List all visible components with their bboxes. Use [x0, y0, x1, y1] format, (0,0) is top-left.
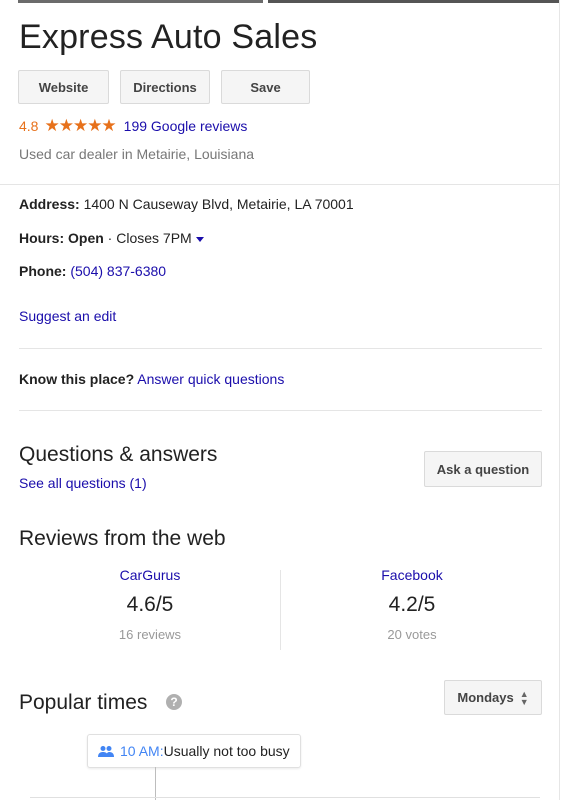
address-label: Address: [19, 196, 80, 212]
suggest-edit-link[interactable]: Suggest an edit [19, 308, 116, 324]
answer-questions-link[interactable]: Answer quick questions [137, 371, 284, 387]
panel-border [559, 0, 560, 800]
address-row: Address: 1400 N Causeway Blvd, Metairie,… [19, 196, 354, 212]
photo-right[interactable] [268, 0, 560, 3]
qa-title: Questions & answers [19, 443, 218, 466]
hours-status: Open [68, 230, 104, 246]
address-value[interactable]: 1400 N Causeway Blvd, Metairie, LA 70001 [84, 196, 354, 212]
busy-tooltip: 10 AM: Usually not too busy [87, 734, 301, 768]
chevron-down-icon[interactable] [195, 236, 204, 242]
photo-left[interactable] [18, 0, 263, 3]
photo-strip[interactable] [0, 0, 569, 3]
web-reviews-title: Reviews from the web [19, 527, 226, 550]
ask-question-button[interactable]: Ask a question [424, 451, 542, 487]
see-all-questions-link[interactable]: See all questions (1) [19, 475, 147, 491]
directions-button[interactable]: Directions [120, 70, 210, 104]
people-icon [98, 746, 114, 757]
phone-link[interactable]: (504) 837-6380 [70, 263, 166, 279]
phone-label: Phone: [19, 263, 67, 279]
divider [19, 410, 542, 411]
review-source-name[interactable]: Facebook [281, 567, 543, 583]
google-reviews-link[interactable]: 199 Google reviews [124, 118, 248, 134]
web-review-facebook[interactable]: Facebook 4.2/5 20 votes [281, 567, 543, 642]
hours-label: Hours: [19, 230, 65, 246]
review-source-count: 16 reviews [118, 627, 182, 642]
review-source-count: 20 votes [387, 627, 437, 642]
divider [19, 348, 542, 349]
day-selector[interactable]: Mondays ▲ ▼ [444, 680, 542, 715]
tooltip-time: 10 AM: [120, 743, 164, 759]
current-hour-marker [155, 767, 156, 800]
review-source-score: 4.6/5 [126, 593, 174, 616]
updown-arrows-icon: ▲ ▼ [519, 688, 529, 707]
business-title: Express Auto Sales [19, 18, 318, 56]
hours-closing[interactable]: Closes 7PM [116, 230, 191, 246]
hours-separator: · [103, 230, 117, 246]
web-review-cargurus[interactable]: CarGurus 4.6/5 16 reviews [19, 567, 281, 642]
day-selector-label: Mondays [457, 690, 514, 705]
review-source-name[interactable]: CarGurus [19, 567, 281, 583]
divider [0, 184, 559, 185]
website-button[interactable]: Website [18, 70, 109, 104]
star-rating-icon: ★★★★★ [44, 116, 116, 135]
save-button[interactable]: Save [221, 70, 310, 104]
tooltip-description: Usually not too busy [163, 743, 290, 759]
review-source-score: 4.2/5 [388, 593, 436, 616]
know-label: Know this place? [19, 371, 135, 387]
help-icon[interactable]: ? [166, 694, 182, 710]
business-category: Used car dealer in Metairie, Louisiana [19, 146, 255, 162]
rating-value: 4.8 [19, 118, 39, 134]
popular-times-title: Popular times [19, 691, 148, 714]
hours-row: Hours: Open · Closes 7PM [19, 230, 204, 246]
phone-row: Phone: (504) 837-6380 [19, 263, 166, 279]
know-this-place-row: Know this place? Answer quick questions [19, 371, 284, 387]
rating-row: 4.8 ★★★★★ 199 Google reviews [19, 116, 247, 136]
popular-times-baseline [30, 797, 540, 798]
